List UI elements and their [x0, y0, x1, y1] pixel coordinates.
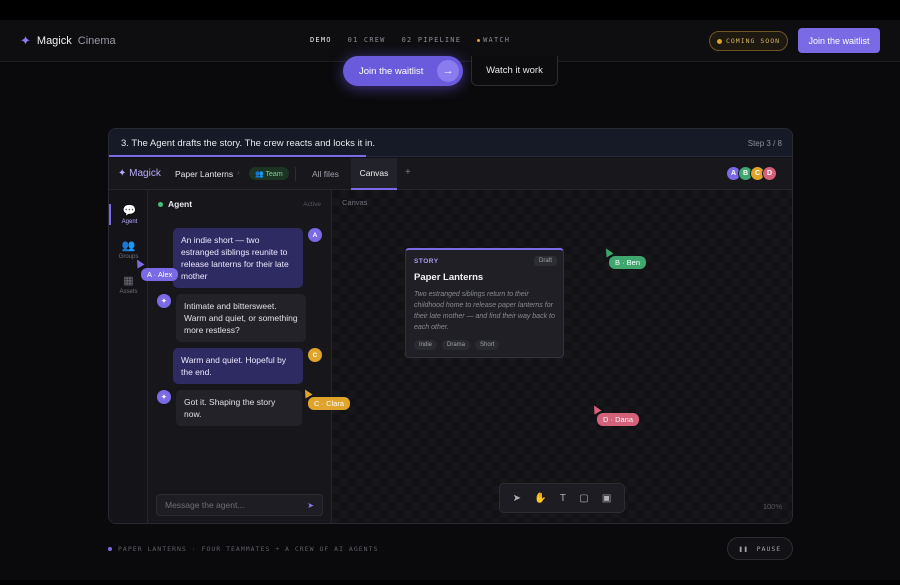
rail-item-groups[interactable]: 👥 Groups	[109, 239, 148, 260]
card-description: Two estranged siblings return to their c…	[414, 291, 555, 331]
app-toolbar: ✦ Magick Paper Lanterns › 👥 Team All fil…	[109, 158, 792, 190]
join-waitlist-hero-button[interactable]: Join the waitlist →	[343, 56, 463, 86]
card-kicker: STORY	[414, 258, 439, 265]
coming-soon-label: COMING SOON	[725, 37, 781, 45]
status-dot-icon	[716, 38, 722, 44]
select-icon[interactable]: ➤	[513, 493, 521, 504]
nav-link-pipeline[interactable]: 02 PIPELINE	[402, 36, 462, 44]
rail-item-label: Assets	[119, 289, 138, 295]
brand-logo[interactable]: ✦ Magick Cinema	[20, 33, 116, 49]
watch-it-work-button[interactable]: Watch it work	[471, 56, 558, 86]
card-title: Paper Lanterns	[414, 272, 484, 283]
canvas-label: Canvas	[342, 198, 368, 207]
step-description: 3. The Agent drafts the story. The crew …	[121, 138, 375, 149]
send-icon[interactable]: ➤	[307, 501, 314, 510]
coming-soon-badge: COMING SOON	[709, 31, 788, 51]
add-tab-icon[interactable]: +	[405, 167, 411, 178]
card-tags: Indie Drama Short	[414, 340, 500, 350]
draft-badge: Draft	[533, 256, 557, 266]
nav-link-watch[interactable]: WATCH	[477, 36, 510, 44]
rectangle-icon[interactable]: ▢	[579, 493, 588, 504]
nav-link-demo[interactable]: DEMO	[310, 36, 332, 44]
toolbar-divider	[295, 167, 296, 181]
step-counter: Step 3 / 8	[747, 139, 782, 148]
avatar: C	[308, 348, 322, 362]
step-header: 3. The Agent drafts the story. The crew …	[109, 129, 792, 157]
cursor-label: A · Alex	[141, 268, 179, 281]
brand-secondary: Cinema	[77, 35, 116, 47]
live-dot-icon	[477, 38, 481, 42]
status-dot-icon	[108, 547, 112, 551]
brand-primary: Magick	[36, 35, 72, 47]
sparkle-icon: ✦	[20, 33, 31, 48]
canvas-area[interactable]: Canvas STORY Draft Paper Lanterns Two es…	[332, 190, 792, 523]
chat-message: Got it. Shaping the story now.	[176, 390, 302, 426]
nav-link-crew[interactable]: 01 CREW	[348, 36, 386, 44]
message-input[interactable]: Message the agent... ➤	[156, 494, 323, 516]
bottom-strip	[0, 580, 900, 585]
zoom-level[interactable]: 100%	[763, 502, 782, 511]
chat-header: Agent	[158, 199, 192, 209]
join-waitlist-nav-button[interactable]: Join the waitlist	[798, 28, 880, 53]
nav-links: DEMO 01 CREW 02 PIPELINE WATCH	[310, 36, 510, 44]
story-card[interactable]: STORY Draft Paper Lanterns Two estranged…	[405, 248, 564, 358]
tag-chip: Drama	[442, 340, 471, 350]
step-progress-bar	[109, 155, 366, 157]
tag-chip: Short	[475, 340, 500, 350]
pause-icon: ❚❚	[738, 544, 749, 553]
cursor-label: D · Dana	[597, 413, 640, 426]
collaborator-avatars: A B C D	[726, 166, 777, 181]
team-badge[interactable]: 👥 Team	[249, 167, 289, 180]
demo-frame: 3. The Agent drafts the story. The crew …	[108, 128, 793, 524]
tab-all-files[interactable]: All files	[312, 169, 339, 179]
chat-message: An indie short — two estranged siblings …	[173, 228, 303, 288]
footer-caption-text: PAPER LANTERNS · FOUR TEAMMATES + A CREW…	[118, 545, 379, 553]
tab-canvas[interactable]: Canvas	[351, 158, 397, 190]
cursor-label: B · Ben	[609, 256, 647, 269]
chat-title: Agent	[168, 199, 193, 209]
nav-link-watch-label: WATCH	[483, 36, 511, 44]
canvas-toolbar: ➤ ✋ T ▢ ▣	[499, 483, 625, 513]
message-input-placeholder: Message the agent...	[165, 500, 245, 510]
image-icon[interactable]: ▣	[602, 493, 611, 504]
chat-message: Warm and quiet. Hopeful by the end.	[173, 348, 303, 384]
hand-icon[interactable]: ✋	[534, 493, 546, 504]
tag-chip: Indie	[414, 340, 438, 350]
footer-caption: PAPER LANTERNS · FOUR TEAMMATES + A CREW…	[108, 545, 378, 553]
users-icon: 👥	[121, 240, 136, 252]
left-rail: 💬 Agent 👥 Groups ▦ Assets	[109, 190, 148, 523]
agent-sparkle-icon: ✦	[157, 390, 171, 404]
online-dot-icon	[158, 201, 163, 207]
project-name[interactable]: Paper Lanterns	[175, 169, 233, 179]
avatar[interactable]: D	[762, 166, 777, 181]
arrow-right-icon: →	[437, 60, 459, 82]
join-waitlist-hero-label: Join the waitlist	[359, 65, 424, 77]
pause-label: PAUSE	[756, 544, 782, 553]
chevron-right-icon: ›	[237, 168, 240, 177]
app-logo[interactable]: ✦ Magick	[118, 168, 161, 179]
agent-chat-panel: Agent Active An indie short — two estran…	[148, 190, 332, 523]
text-icon[interactable]: T	[560, 493, 566, 504]
rail-item-agent[interactable]: 💬 Agent	[109, 204, 148, 225]
avatar: A	[308, 228, 322, 242]
chat-message: Intimate and bittersweet. Warm and quiet…	[176, 294, 306, 342]
cursor-label: C · Clara	[308, 397, 351, 410]
top-strip	[0, 0, 900, 20]
pause-button[interactable]: ❚❚ PAUSE	[727, 537, 793, 560]
agent-sparkle-icon: ✦	[157, 294, 171, 308]
chat-bubble-icon: 💬	[122, 205, 137, 217]
chat-status: Active	[303, 201, 321, 208]
rail-item-label: Agent	[121, 219, 138, 225]
